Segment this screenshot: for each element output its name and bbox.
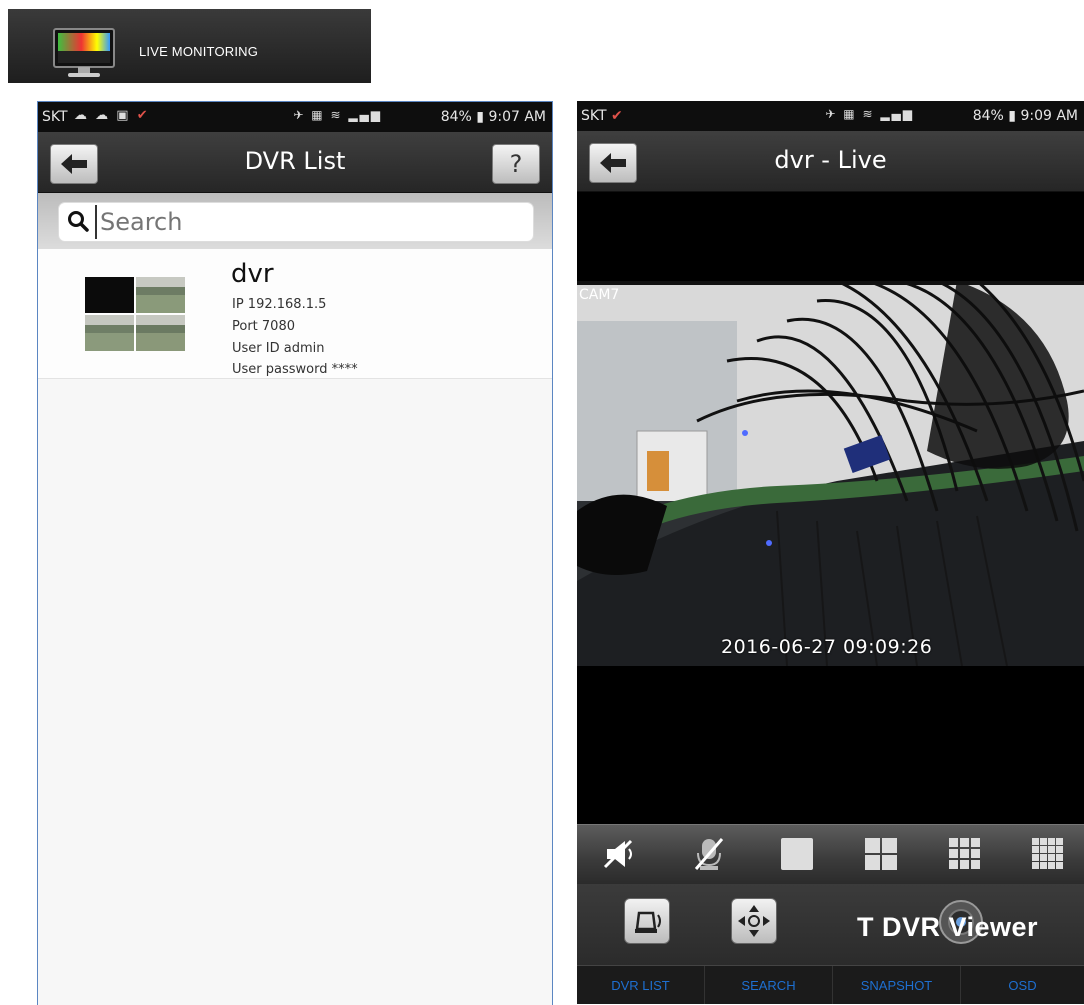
brand-name: T DVR Viewer <box>857 912 1039 942</box>
title-bar: dvr - Live <box>577 131 1084 192</box>
notification-icons: ☁ ☁ ▣ ✔ <box>74 108 150 123</box>
search-input[interactable] <box>95 205 523 239</box>
tab-dvr-list[interactable]: DVR LIST <box>577 966 705 1004</box>
ptz-icon <box>738 905 770 937</box>
tab-osd[interactable]: OSD <box>961 966 1084 1004</box>
battery-icon: ▮ <box>476 109 484 125</box>
single-view-icon[interactable] <box>777 835 817 873</box>
battery-level: 84% <box>972 108 1004 124</box>
clock: 9:09 AM <box>1020 108 1078 124</box>
nine-view-icon[interactable] <box>945 835 985 873</box>
page-title: DVR List <box>244 147 346 175</box>
signal-icon: ✈ ▦ ≋ ▂▄▆ <box>293 108 382 122</box>
video-timestamp: 2016-06-27 09:09:26 <box>721 636 933 658</box>
alarm-button[interactable] <box>624 898 670 944</box>
camera-video-feed[interactable] <box>577 281 1084 666</box>
battery-icon: ▮ <box>1008 108 1016 124</box>
status-bar: SKT ✔ ✈ ▦ ≋ ▂▄▆ 84% ▮ 9:09 AM <box>577 101 1084 131</box>
dvr-name: dvr <box>231 259 274 289</box>
dvr-thumbnail <box>85 277 185 351</box>
search-bar <box>38 193 552 249</box>
dvr-ip: IP 192.168.1.5 <box>232 297 327 312</box>
monitor-icon <box>53 28 115 77</box>
search-icon <box>68 211 89 232</box>
status-bar: SKT ☁ ☁ ▣ ✔ ✈ ▦ ≋ ▂▄▆ 84% ▮ 9:07 AM <box>38 102 552 132</box>
status-right: 84% ▮ 9:07 AM <box>441 109 546 125</box>
live-view-screen: SKT ✔ ✈ ▦ ≋ ▂▄▆ 84% ▮ 9:09 AM dvr - Live <box>577 101 1084 1004</box>
title-bar: DVR List ? <box>38 132 552 193</box>
banner-title: LIVE MONITORING <box>139 44 259 59</box>
search-box[interactable] <box>58 202 534 242</box>
view-controls <box>577 824 1084 885</box>
clock: 9:07 AM <box>488 109 546 125</box>
carrier-label: SKT <box>42 109 68 125</box>
mic-off-icon[interactable] <box>690 835 730 873</box>
dvr-port: Port 7080 <box>232 319 295 334</box>
sixteen-view-icon[interactable] <box>1028 835 1068 873</box>
carrier-label: SKT ✔ <box>581 108 623 124</box>
action-controls: T DVR Viewer <box>577 884 1084 966</box>
live-monitoring-banner: LIVE MONITORING <box>8 9 371 83</box>
quad-view-icon[interactable] <box>861 835 901 873</box>
alarm-icon <box>635 911 661 933</box>
dvr-user: User ID admin <box>232 341 325 356</box>
camera-label: CAM7 <box>579 287 620 303</box>
status-right: 84% ▮ 9:09 AM <box>973 108 1078 124</box>
ptz-button[interactable] <box>731 898 777 944</box>
page-title: dvr - Live <box>774 146 887 174</box>
help-button[interactable]: ? <box>492 144 540 184</box>
mute-icon[interactable] <box>601 835 641 873</box>
bottom-tab-bar: DVR LIST SEARCH SNAPSHOT OSD <box>577 965 1084 1004</box>
dvr-list-screen: SKT ☁ ☁ ▣ ✔ ✈ ▦ ≋ ▂▄▆ 84% ▮ 9:07 AM DVR … <box>37 101 553 1005</box>
camera-tile <box>136 277 185 313</box>
dvr-list-item[interactable]: dvr IP 192.168.1.5 Port 7080 User ID adm… <box>38 249 552 379</box>
tab-snapshot[interactable]: SNAPSHOT <box>833 966 961 1004</box>
signal-icon: ✈ ▦ ≋ ▂▄▆ <box>825 107 914 121</box>
tab-search[interactable]: SEARCH <box>705 966 833 1004</box>
dvr-password: User password **** <box>232 362 358 377</box>
battery-level: 84% <box>440 109 472 125</box>
